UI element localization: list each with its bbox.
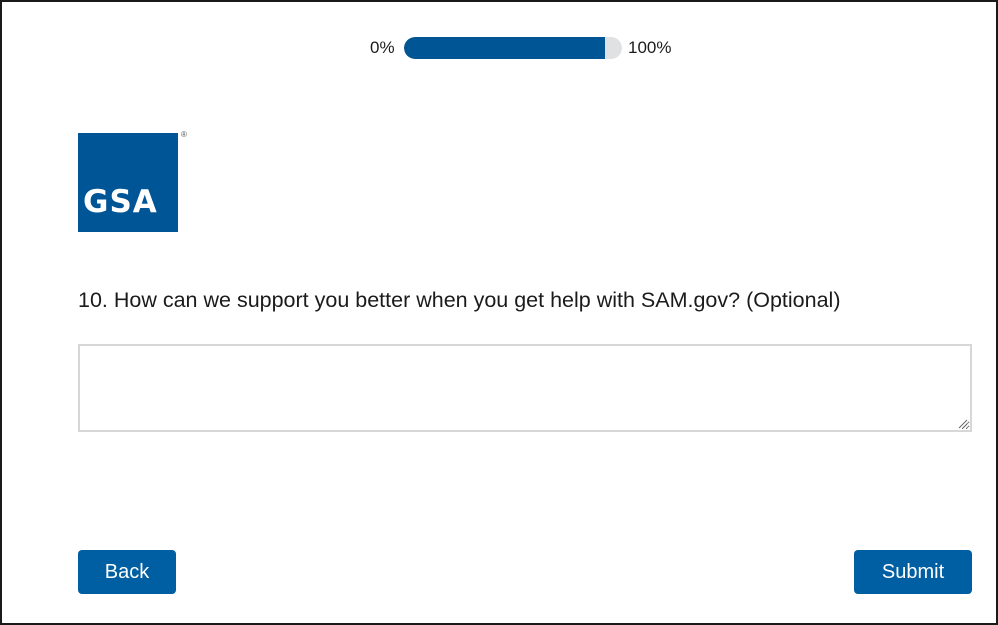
registered-mark: ®: [181, 130, 187, 139]
resize-grip-icon[interactable]: [956, 417, 968, 429]
submit-button[interactable]: Submit: [854, 550, 972, 594]
survey-page: 0% 100% GSA ® 10. How can we support you…: [0, 0, 998, 625]
progress-bar-fill: [404, 37, 605, 59]
gsa-logo: GSA: [78, 133, 178, 232]
logo-wordmark: GSA: [83, 184, 158, 220]
answer-textarea[interactable]: [78, 344, 972, 432]
progress-max-label: 100%: [628, 38, 672, 57]
progress-min-label: 0%: [370, 38, 395, 57]
back-button[interactable]: Back: [78, 550, 176, 594]
progress-indicator: 0% 100%: [2, 36, 996, 60]
question-label: 10. How can we support you better when y…: [78, 288, 841, 312]
progress-bar: [404, 37, 622, 59]
